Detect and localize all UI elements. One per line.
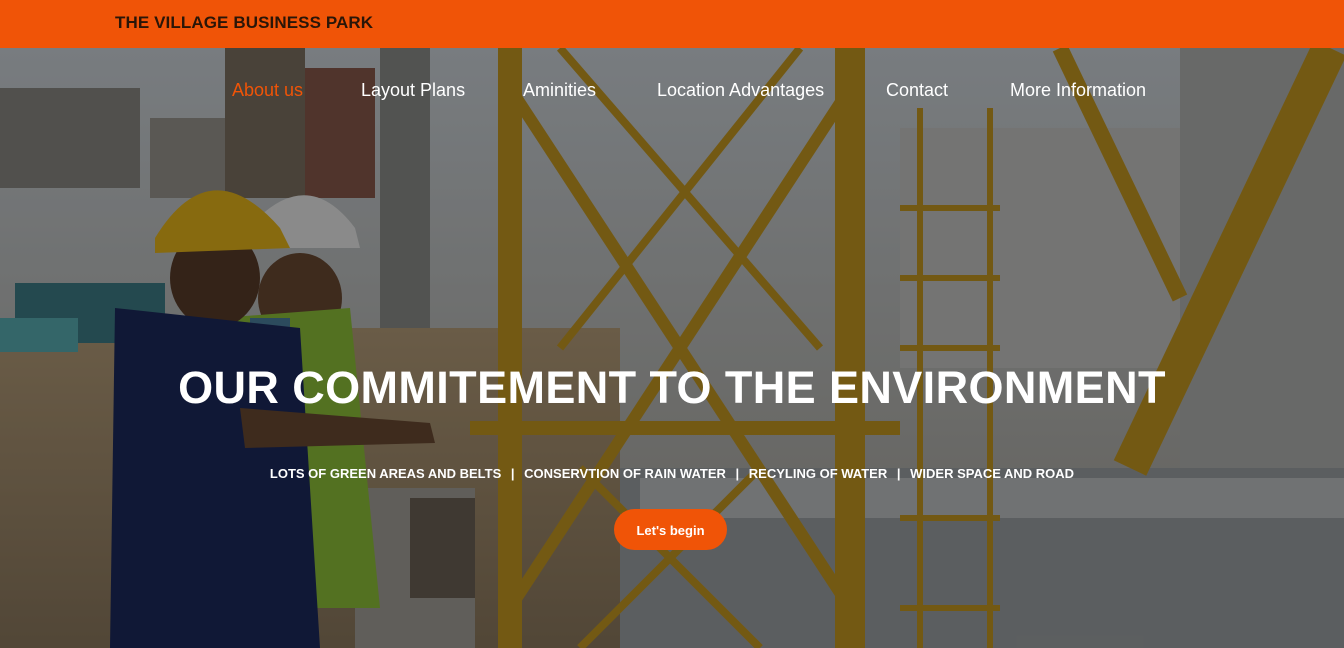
- nav-item-location-advantages[interactable]: Location Advantages: [657, 80, 824, 101]
- feature-item: CONSERVTION OF RAIN WATER: [524, 466, 726, 481]
- feature-separator: |: [735, 466, 740, 481]
- nav-item-more-information[interactable]: More Information: [1010, 80, 1146, 101]
- feature-item: WIDER SPACE AND ROAD: [910, 466, 1075, 481]
- main-navigation: About us Layout Plans Aminities Location…: [0, 80, 1344, 102]
- hero-feature-list: LOTS OF GREEN AREAS AND BELTS | CONSERVT…: [0, 466, 1344, 481]
- feature-item: RECYLING OF WATER: [748, 466, 888, 481]
- nav-item-about-us[interactable]: About us: [232, 80, 303, 101]
- nav-item-contact[interactable]: Contact: [886, 80, 948, 101]
- feature-separator: |: [510, 466, 515, 481]
- top-header-bar: THE VILLAGE BUSINESS PARK: [0, 0, 1344, 48]
- lets-begin-button[interactable]: Let's begin: [614, 509, 727, 550]
- feature-item: LOTS OF GREEN AREAS AND BELTS: [269, 466, 502, 481]
- nav-item-aminities[interactable]: Aminities: [523, 80, 596, 101]
- site-brand[interactable]: THE VILLAGE BUSINESS PARK: [115, 13, 373, 33]
- hero-section: [0, 48, 1344, 648]
- feature-separator: |: [896, 466, 901, 481]
- hero-headline: OUR COMMITEMENT TO THE ENVIRONMENT: [178, 362, 1166, 413]
- nav-item-layout-plans[interactable]: Layout Plans: [361, 80, 465, 101]
- hero-dark-overlay: [0, 48, 1344, 648]
